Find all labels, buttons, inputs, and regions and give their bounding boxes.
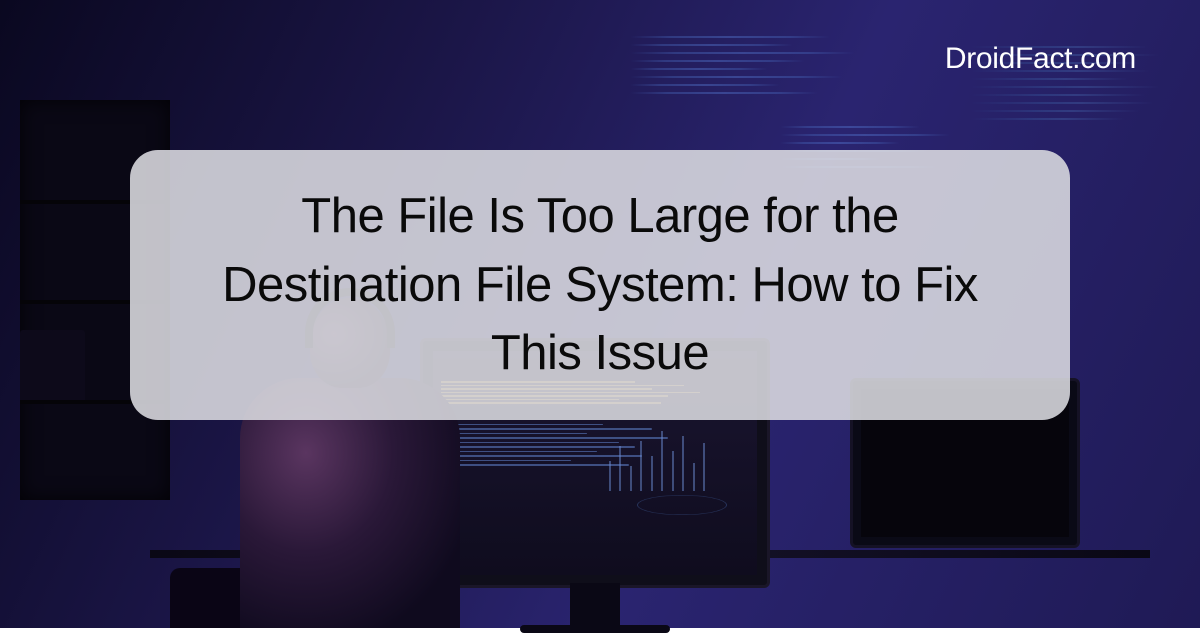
monitor-stand — [570, 583, 620, 628]
monitor-base — [520, 625, 670, 633]
article-title: The File Is Too Large for the Destinatio… — [180, 182, 1020, 388]
title-card: The File Is Too Large for the Destinatio… — [130, 150, 1070, 420]
brand-watermark: DroidFact.com — [945, 42, 1136, 76]
